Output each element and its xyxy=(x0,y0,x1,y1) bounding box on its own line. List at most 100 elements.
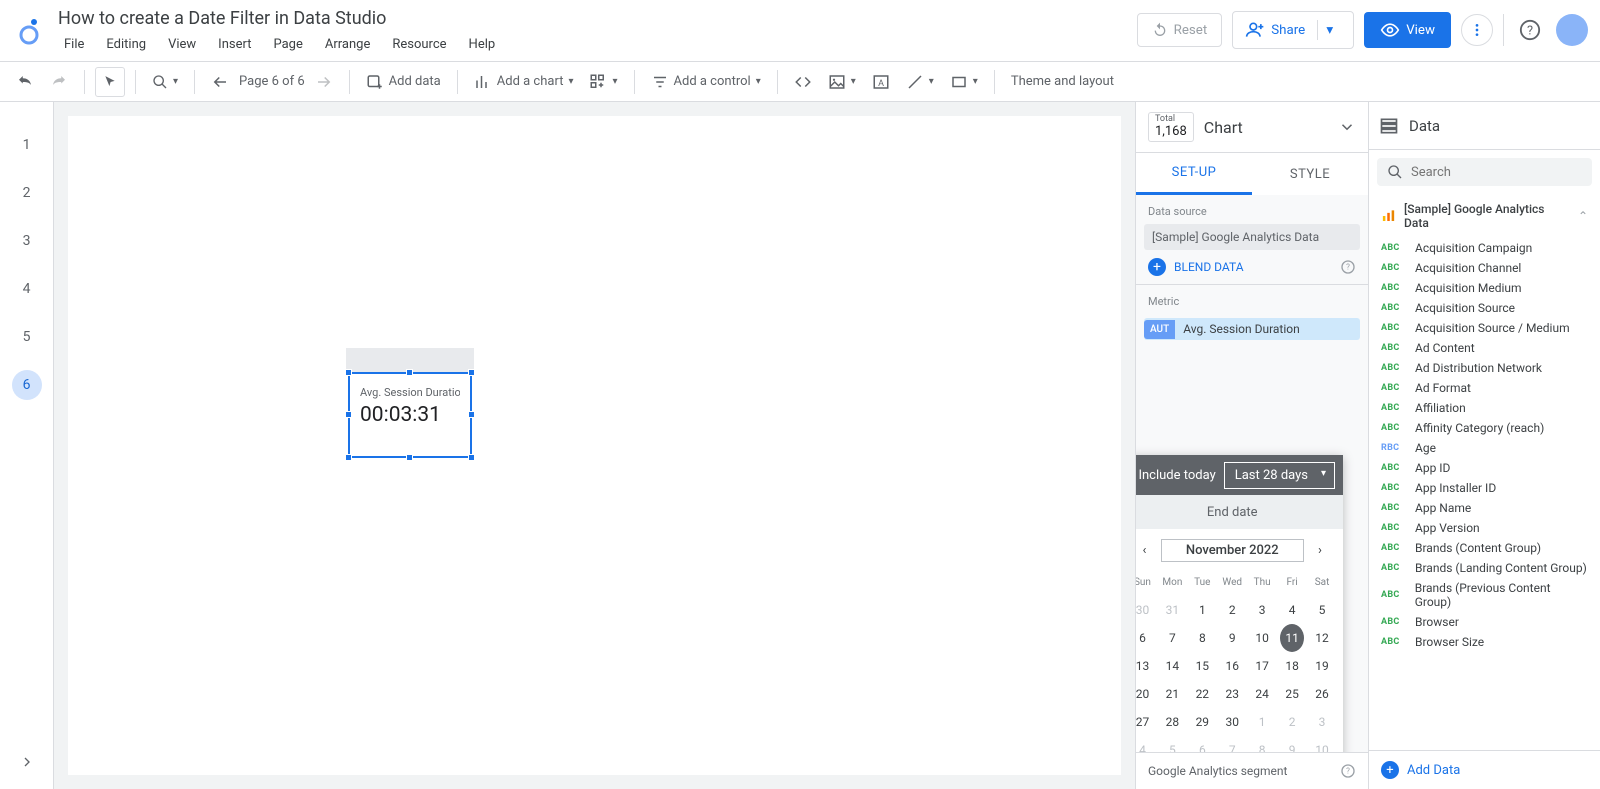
calendar-day[interactable]: 1 xyxy=(1187,596,1217,624)
scorecard-chart[interactable]: Avg. Session Duration 00:03:31 xyxy=(348,372,472,458)
menu-resource[interactable]: Resource xyxy=(382,33,456,56)
data-source-chip[interactable]: [Sample] Google Analytics Data xyxy=(1144,224,1360,250)
calendar-day[interactable]: 28 xyxy=(1157,708,1187,736)
calendar-day[interactable]: 10 xyxy=(1247,624,1277,652)
tab-style[interactable]: STYLE xyxy=(1252,153,1368,195)
calendar-day[interactable]: 4 xyxy=(1136,736,1157,752)
theme-layout-button[interactable]: Theme and layout xyxy=(1005,67,1120,97)
calendar-day[interactable]: 3 xyxy=(1307,708,1337,736)
page-5[interactable]: 5 xyxy=(12,322,42,352)
canvas-area[interactable]: Avg. Session Duration 00:03:31 xyxy=(54,102,1135,789)
zoom-button[interactable]: ▾ xyxy=(146,67,184,97)
field-row[interactable]: ABCBrands (Content Group) xyxy=(1369,538,1600,558)
field-row[interactable]: ABCAcquisition Source xyxy=(1369,298,1600,318)
menu-arrange[interactable]: Arrange xyxy=(315,33,380,56)
field-row[interactable]: ABCAcquisition Medium xyxy=(1369,278,1600,298)
resize-handle[interactable] xyxy=(468,454,475,461)
text-button[interactable]: A xyxy=(866,67,896,97)
calendar-day[interactable]: 18 xyxy=(1277,652,1307,680)
redo-button[interactable] xyxy=(44,67,74,97)
calendar-day[interactable]: 21 xyxy=(1157,680,1187,708)
more-options-button[interactable] xyxy=(1461,14,1493,46)
calendar-day[interactable]: 8 xyxy=(1187,624,1217,652)
resize-handle[interactable] xyxy=(345,454,352,461)
next-page-button[interactable] xyxy=(309,67,339,97)
field-row[interactable]: RBCAge xyxy=(1369,438,1600,458)
help-icon[interactable]: ? xyxy=(1340,259,1356,275)
calendar-day[interactable]: 9 xyxy=(1277,736,1307,752)
calendar-day[interactable]: 31 xyxy=(1157,596,1187,624)
line-button[interactable]: ▾ xyxy=(900,67,940,97)
collapse-icon[interactable]: ⌃ xyxy=(1578,209,1588,223)
blend-data-link[interactable]: BLEND DATA xyxy=(1174,260,1244,274)
resize-handle[interactable] xyxy=(345,369,352,376)
help-button[interactable]: ? xyxy=(1514,14,1546,46)
calendar-day[interactable]: 20 xyxy=(1136,680,1157,708)
field-row[interactable]: ABCAd Content xyxy=(1369,338,1600,358)
data-search[interactable] xyxy=(1377,158,1592,186)
report-canvas[interactable]: Avg. Session Duration 00:03:31 xyxy=(68,116,1121,775)
calendar-day[interactable]: 2 xyxy=(1277,708,1307,736)
add-control-button[interactable]: Add a control▾ xyxy=(645,67,767,97)
page-6[interactable]: 6 xyxy=(12,370,42,400)
calendar-day[interactable]: 22 xyxy=(1187,680,1217,708)
calendar-day[interactable]: 17 xyxy=(1247,652,1277,680)
menu-page[interactable]: Page xyxy=(263,33,312,56)
prev-page-button[interactable] xyxy=(205,67,235,97)
selection-tool[interactable] xyxy=(95,67,125,97)
undo-button[interactable] xyxy=(10,67,40,97)
metric-chip[interactable]: AUT Avg. Session Duration xyxy=(1144,318,1360,340)
document-title[interactable]: How to create a Date Filter in Data Stud… xyxy=(54,6,1137,31)
calendar-day[interactable]: 7 xyxy=(1157,624,1187,652)
field-row[interactable]: ABCApp Installer ID xyxy=(1369,478,1600,498)
month-label[interactable]: November 2022 xyxy=(1161,539,1304,562)
field-row[interactable]: ABCAcquisition Channel xyxy=(1369,258,1600,278)
calendar-day[interactable]: 2 xyxy=(1217,596,1247,624)
calendar-day[interactable]: 4 xyxy=(1277,596,1307,624)
data-source-header[interactable]: [Sample] Google Analytics Data ⌃ xyxy=(1369,194,1600,238)
blend-add-button[interactable]: + xyxy=(1148,258,1166,276)
calendar-day[interactable]: 15 xyxy=(1187,652,1217,680)
add-data-icon[interactable]: + xyxy=(1381,761,1399,779)
field-row[interactable]: ABCBrowser Size xyxy=(1369,632,1600,652)
calendar-day[interactable]: 6 xyxy=(1187,736,1217,752)
field-row[interactable]: ABCAcquisition Source / Medium xyxy=(1369,318,1600,338)
reset-button[interactable]: Reset xyxy=(1137,13,1223,47)
resize-handle[interactable] xyxy=(406,454,413,461)
calendar-day[interactable]: 27 xyxy=(1136,708,1157,736)
page-1[interactable]: 1 xyxy=(12,130,42,160)
menu-file[interactable]: File xyxy=(54,33,94,56)
calendar-day[interactable]: 9 xyxy=(1217,624,1247,652)
community-viz-button[interactable]: ▾ xyxy=(583,67,623,97)
resize-handle[interactable] xyxy=(468,411,475,418)
field-row[interactable]: ABCBrowser xyxy=(1369,612,1600,632)
chevron-down-icon[interactable] xyxy=(1338,118,1356,136)
calendar-day[interactable]: 3 xyxy=(1247,596,1277,624)
user-avatar[interactable] xyxy=(1556,14,1588,46)
page-3[interactable]: 3 xyxy=(12,226,42,256)
calendar-day[interactable]: 30 xyxy=(1136,596,1157,624)
expand-rail-button[interactable] xyxy=(12,747,42,777)
help-icon[interactable]: ? xyxy=(1340,763,1356,779)
calendar-day[interactable]: 14 xyxy=(1157,652,1187,680)
field-row[interactable]: ABCAcquisition Campaign xyxy=(1369,238,1600,258)
calendar-day[interactable]: 12 xyxy=(1307,624,1337,652)
calendar-day[interactable]: 5 xyxy=(1157,736,1187,752)
url-embed-button[interactable] xyxy=(788,67,818,97)
calendar-day[interactable]: 13 xyxy=(1136,652,1157,680)
image-button[interactable]: ▾ xyxy=(822,67,862,97)
calendar-day[interactable]: 10 xyxy=(1307,736,1337,752)
tab-set-up[interactable]: SET-UP xyxy=(1136,153,1252,195)
shape-button[interactable]: ▾ xyxy=(944,67,984,97)
calendar-day[interactable]: 19 xyxy=(1307,652,1337,680)
calendar-day[interactable]: 11 xyxy=(1277,624,1307,652)
search-input[interactable] xyxy=(1411,165,1582,180)
calendar-day[interactable]: 1 xyxy=(1247,708,1277,736)
page-2[interactable]: 2 xyxy=(12,178,42,208)
field-row[interactable]: ABCAd Distribution Network xyxy=(1369,358,1600,378)
resize-handle[interactable] xyxy=(345,411,352,418)
calendar-day[interactable]: 23 xyxy=(1217,680,1247,708)
share-dropdown[interactable]: ▾ xyxy=(1317,20,1341,40)
calendar-day[interactable]: 7 xyxy=(1217,736,1247,752)
field-row[interactable]: ABCBrands (Landing Content Group) xyxy=(1369,558,1600,578)
